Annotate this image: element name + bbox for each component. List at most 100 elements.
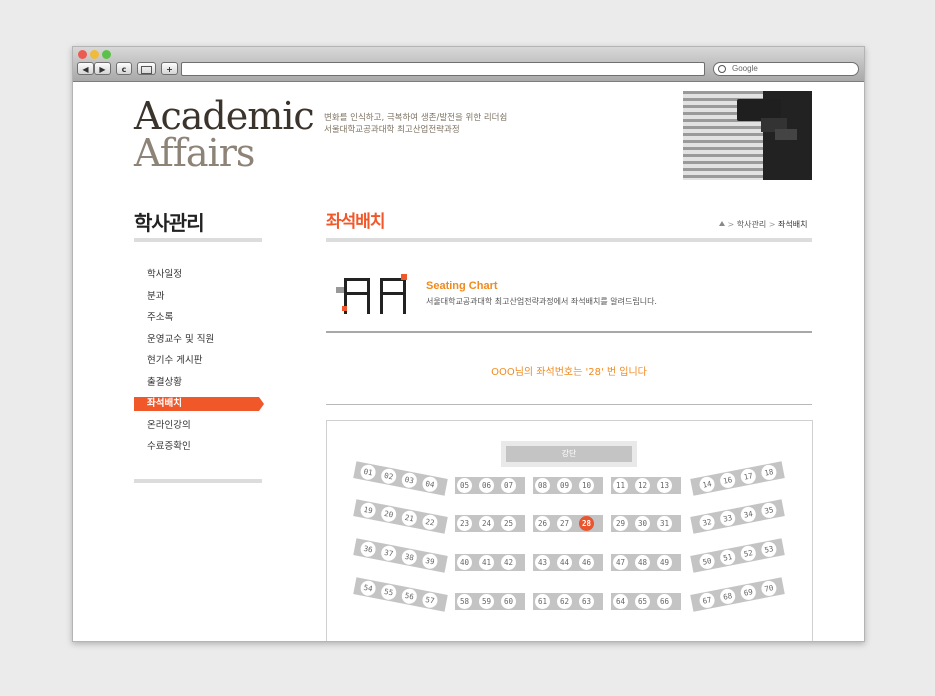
seat-67[interactable]: 67: [698, 591, 716, 610]
seat-60[interactable]: 60: [501, 594, 516, 609]
seat-05[interactable]: 05: [457, 478, 472, 493]
seat-37[interactable]: 37: [379, 544, 398, 563]
seat-block-c2-row-2: 26 27 28: [533, 515, 603, 532]
seat-26[interactable]: 26: [535, 516, 550, 531]
seat-69[interactable]: 69: [739, 583, 758, 602]
seat-31[interactable]: 31: [657, 516, 672, 531]
sidebar-item-seating[interactable]: 좌석배치: [134, 397, 264, 411]
seat-65[interactable]: 65: [635, 594, 650, 609]
seat-52[interactable]: 52: [739, 544, 758, 563]
seat-35[interactable]: 35: [760, 501, 778, 520]
sidebar-item-address-book[interactable]: 주소록: [134, 311, 259, 325]
search-field[interactable]: Google: [713, 62, 859, 76]
seat-block-c3-row-3: 47 48 49: [611, 554, 681, 571]
seat-30[interactable]: 30: [635, 516, 650, 531]
sidebar-item-staff[interactable]: 운영교수 및 직원: [134, 333, 259, 347]
seat-23[interactable]: 23: [457, 516, 472, 531]
seat-06[interactable]: 06: [479, 478, 494, 493]
header-tagline-1: 변화를 인식하고, 극복하여 생존/발전을 위한 리더쉽: [324, 113, 508, 123]
seat-41[interactable]: 41: [479, 555, 494, 570]
seat-01[interactable]: 01: [359, 463, 377, 481]
seat-48[interactable]: 48: [635, 555, 650, 570]
seat-44[interactable]: 44: [557, 555, 572, 570]
seat-block-right-row-3: 50 51 52 53: [690, 538, 785, 573]
sidebar-item-schedule[interactable]: 학사일정: [134, 268, 259, 282]
seat-63[interactable]: 63: [579, 594, 594, 609]
seat-11[interactable]: 11: [613, 478, 628, 493]
seat-34[interactable]: 34: [739, 505, 758, 524]
seat-29[interactable]: 29: [613, 516, 628, 531]
seat-64[interactable]: 64: [613, 594, 628, 609]
seat-12[interactable]: 12: [635, 478, 650, 493]
seat-50[interactable]: 50: [698, 552, 716, 571]
seat-59[interactable]: 59: [479, 594, 494, 609]
breadcrumb-separator: >: [768, 220, 776, 229]
sidebar-item-certificate[interactable]: 수료증확인: [134, 440, 259, 454]
seat-55[interactable]: 55: [379, 583, 398, 602]
seat-08[interactable]: 08: [535, 478, 550, 493]
seat-58[interactable]: 58: [457, 594, 472, 609]
seat-09[interactable]: 09: [557, 478, 572, 493]
seat-10[interactable]: 10: [579, 478, 594, 493]
sidebar-item-attendance[interactable]: 출결상황: [134, 376, 259, 390]
seat-02[interactable]: 02: [379, 467, 398, 486]
seat-49[interactable]: 49: [657, 555, 672, 570]
home-icon[interactable]: [719, 221, 725, 226]
forward-button[interactable]: ▶: [94, 62, 111, 75]
breadcrumb-level1[interactable]: 학사관리: [737, 220, 766, 229]
seat-51[interactable]: 51: [718, 548, 737, 567]
seat-28[interactable]: 28: [579, 516, 594, 531]
seat-18[interactable]: 18: [760, 463, 778, 482]
seat-17[interactable]: 17: [739, 467, 758, 486]
podium: 강단: [501, 441, 637, 467]
seat-block-c1-row-1: 05 06 07: [455, 477, 525, 494]
zoom-window-icon[interactable]: [102, 50, 111, 59]
seat-57[interactable]: 57: [421, 591, 439, 610]
seat-39[interactable]: 39: [421, 552, 439, 571]
back-button[interactable]: ◀: [77, 62, 94, 75]
seat-61[interactable]: 61: [535, 594, 550, 609]
seat-56[interactable]: 56: [400, 587, 419, 606]
sidebar-item-board[interactable]: 현기수 게시판: [134, 354, 259, 368]
seat-53[interactable]: 53: [760, 540, 778, 559]
seat-19[interactable]: 19: [359, 501, 377, 519]
seat-38[interactable]: 38: [400, 548, 419, 567]
minimize-window-icon[interactable]: [90, 50, 99, 59]
seat-24[interactable]: 24: [479, 516, 494, 531]
seat-47[interactable]: 47: [613, 555, 628, 570]
seat-43[interactable]: 43: [535, 555, 550, 570]
new-tab-button[interactable]: +: [161, 62, 178, 75]
bookmarks-button[interactable]: [137, 62, 156, 75]
seat-66[interactable]: 66: [657, 594, 672, 609]
seat-46[interactable]: 46: [579, 555, 594, 570]
seat-20[interactable]: 20: [379, 505, 398, 524]
seat-62[interactable]: 62: [557, 594, 572, 609]
browser-toolbar: ◀ ▶ c + Google: [73, 47, 864, 82]
seat-block-c2-row-1: 08 09 10: [533, 477, 603, 494]
seat-14[interactable]: 14: [698, 475, 716, 494]
close-window-icon[interactable]: [78, 50, 87, 59]
seat-25[interactable]: 25: [501, 516, 516, 531]
seat-27[interactable]: 27: [557, 516, 572, 531]
seat-03[interactable]: 03: [400, 471, 419, 490]
seat-04[interactable]: 04: [421, 475, 439, 494]
seat-32[interactable]: 32: [698, 513, 716, 532]
seat-block-right-row-1: 14 16 17 18: [690, 461, 785, 496]
seat-68[interactable]: 68: [718, 587, 737, 606]
reload-button[interactable]: c: [116, 62, 132, 75]
seat-36[interactable]: 36: [359, 540, 377, 558]
seat-13[interactable]: 13: [657, 478, 672, 493]
sidebar-item-online-lecture[interactable]: 온라인강의: [134, 419, 259, 433]
seat-22[interactable]: 22: [421, 513, 439, 532]
seat-16[interactable]: 16: [718, 471, 737, 490]
address-bar[interactable]: [181, 62, 705, 76]
seat-70[interactable]: 70: [760, 579, 778, 598]
seat-block-c2-row-4: 61 62 63: [533, 593, 603, 610]
seat-54[interactable]: 54: [359, 579, 377, 597]
seat-40[interactable]: 40: [457, 555, 472, 570]
seat-42[interactable]: 42: [501, 555, 516, 570]
sidebar-item-division[interactable]: 분과: [134, 290, 259, 304]
seat-33[interactable]: 33: [718, 509, 737, 528]
seat-21[interactable]: 21: [400, 509, 419, 528]
seat-07[interactable]: 07: [501, 478, 516, 493]
